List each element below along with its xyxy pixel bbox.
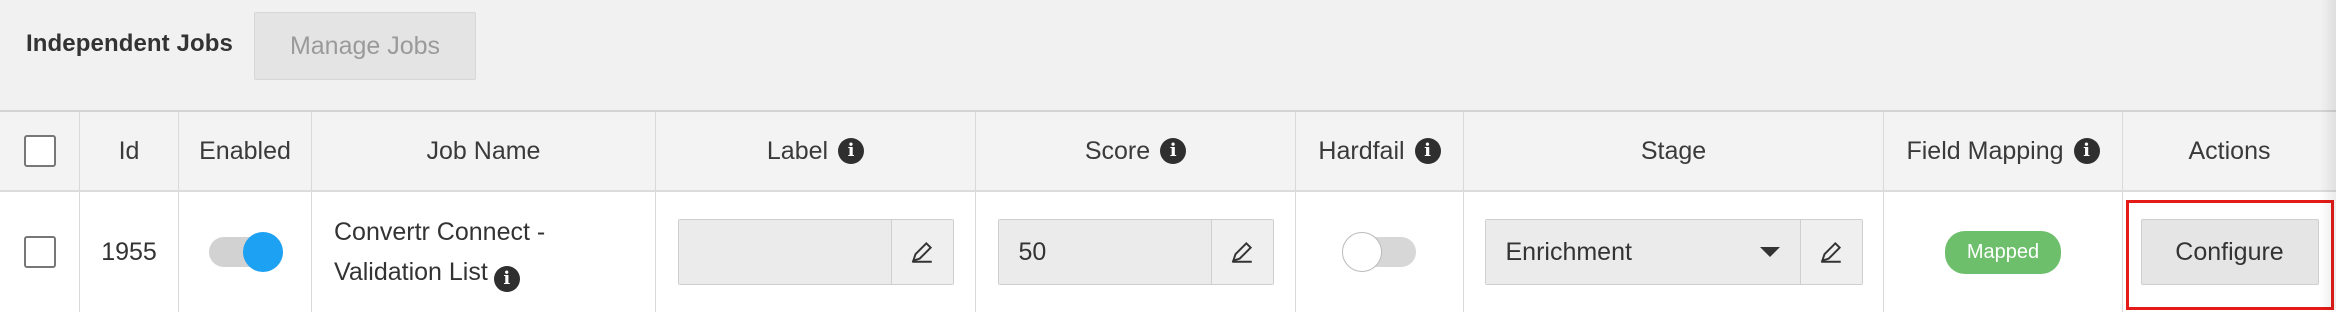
label-info-icon[interactable]: i (838, 138, 865, 164)
column-header-label-label: Label (766, 136, 829, 165)
field-mapping-cell: Mapped (1884, 192, 2123, 312)
column-header-id[interactable]: Id (80, 112, 179, 190)
row-select-checkbox[interactable] (23, 236, 56, 268)
column-header-hardfail-label: Hardfail (1318, 136, 1405, 165)
column-header-label[interactable]: Label i (656, 112, 976, 190)
pencil-icon (911, 241, 933, 263)
column-header-field-mapping[interactable]: Field Mapping i (1884, 112, 2123, 190)
label-edit-button[interactable] (890, 220, 953, 284)
job-name-line2: Validation List (334, 258, 488, 286)
column-header-id-label: Id (118, 136, 140, 165)
column-header-enabled-label: Enabled (199, 136, 291, 165)
job-name-info-icon[interactable]: i (493, 266, 520, 292)
job-name-cell: Convertr Connect - Validation List i (312, 192, 656, 312)
job-id-cell: 1955 (80, 192, 179, 312)
column-header-field-mapping-label: Field Mapping (1906, 136, 2064, 165)
select-all-cell (0, 112, 80, 190)
stage-cell: Enrichment (1464, 192, 1884, 312)
score-input[interactable]: 50 (998, 220, 1211, 284)
column-header-stage-label: Stage (1640, 136, 1707, 165)
score-cell: 50 (976, 192, 1296, 312)
table-header: Id Enabled Job Name Label i Score i Hard… (0, 112, 2336, 192)
actions-cell: Configure (2123, 192, 2336, 312)
hardfail-cell (1296, 192, 1464, 312)
stage-select[interactable]: Enrichment (1485, 220, 1800, 284)
jobs-table: Id Enabled Job Name Label i Score i Hard… (0, 110, 2336, 312)
label-input-group (677, 219, 954, 285)
job-name-line1: Convertr Connect - (334, 218, 546, 246)
enabled-toggle-knob (243, 232, 283, 272)
field-mapping-info-icon[interactable]: i (2073, 138, 2100, 164)
hardfail-info-icon[interactable]: i (1414, 138, 1441, 164)
mapped-status-badge: Mapped (1944, 230, 2062, 274)
score-info-icon[interactable]: i (1160, 138, 1187, 164)
enabled-cell (179, 192, 312, 312)
pencil-icon (1820, 241, 1842, 263)
column-header-score-label: Score (1084, 136, 1151, 165)
enabled-toggle[interactable] (209, 232, 283, 272)
select-all-checkbox[interactable] (23, 135, 56, 167)
page-title: Independent Jobs (26, 30, 233, 57)
column-header-enabled[interactable]: Enabled (179, 112, 312, 190)
table-row: 1955 Convertr Connect - Validation List i (0, 192, 2336, 312)
column-header-job-name-label: Job Name (426, 136, 541, 165)
score-input-group: 50 (997, 219, 1274, 285)
jobs-toolbar: Independent Jobs Manage Jobs (0, 0, 2336, 110)
column-header-hardfail[interactable]: Hardfail i (1296, 112, 1464, 190)
hardfail-toggle-knob (1341, 232, 1382, 272)
stage-edit-button[interactable] (1799, 220, 1862, 284)
scroll-edge-shade (2320, 0, 2336, 310)
column-header-job-name[interactable]: Job Name (312, 112, 656, 190)
job-id: 1955 (101, 237, 157, 266)
score-edit-button[interactable] (1210, 220, 1273, 284)
hardfail-toggle[interactable] (1341, 232, 1416, 272)
configure-button[interactable]: Configure (2140, 219, 2319, 285)
caret-down-icon (1759, 247, 1780, 257)
manage-jobs-button[interactable]: Manage Jobs (254, 12, 476, 80)
label-input[interactable] (678, 220, 891, 284)
column-header-score[interactable]: Score i (976, 112, 1296, 190)
label-cell (656, 192, 976, 312)
column-header-actions-label: Actions (2188, 136, 2271, 165)
column-header-actions: Actions (2123, 112, 2336, 190)
pencil-icon (1231, 241, 1253, 263)
stage-input-group: Enrichment (1484, 219, 1863, 285)
row-select-cell (0, 192, 80, 312)
column-header-stage[interactable]: Stage (1464, 112, 1884, 190)
stage-select-value: Enrichment (1505, 237, 1632, 266)
